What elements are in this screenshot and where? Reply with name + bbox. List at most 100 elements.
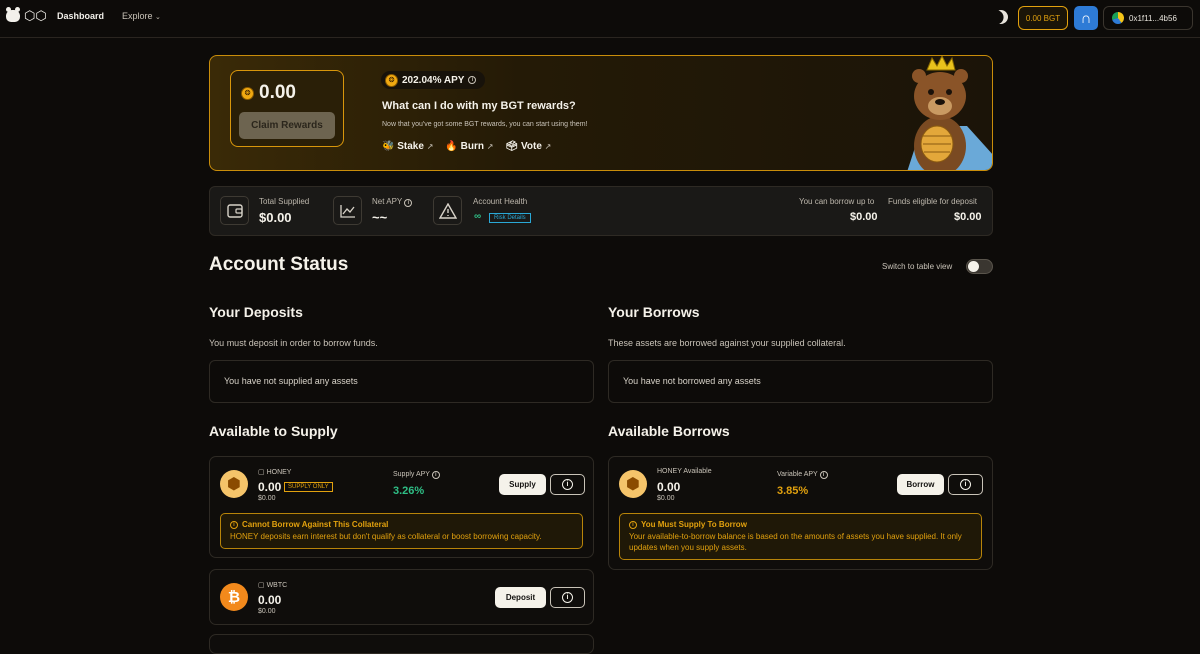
stake-link[interactable]: 🐝 Stake ↗	[382, 141, 433, 152]
external-link-icon: ↗	[426, 142, 434, 151]
banner-subtitle: Now that you've got some BGT rewards, yo…	[382, 121, 588, 128]
asset-info-button[interactable]: i	[948, 474, 983, 495]
info-icon: i	[960, 479, 971, 490]
account-health-value: ∞	[474, 211, 482, 222]
supply-card-honey: ⬢ ▢ HONEY 0.00 SUPPLY ONLY $0.00 Supply …	[209, 456, 594, 558]
asset-info-button[interactable]: i	[550, 474, 585, 495]
info-icon: i	[562, 479, 573, 490]
honeycomb-logo-icon: ⬡⬡	[24, 8, 47, 23]
honey-token-icon: ⬢	[220, 470, 248, 498]
asset-amount: 0.00	[657, 480, 681, 494]
borrow-up-to-label: You can borrow up to	[799, 197, 875, 206]
supply-button[interactable]: Supply	[499, 474, 546, 495]
info-icon[interactable]: i	[431, 471, 440, 479]
bear-king-illustration	[907, 56, 992, 170]
borrow-up-to-value: $0.00	[850, 211, 878, 223]
apy-pill: ❂ 202.04% APY i	[381, 71, 486, 89]
vote-link[interactable]: 🗳 Vote ↗	[505, 141, 551, 152]
account-health-label: Account Health	[473, 197, 528, 206]
variable-apy-label: Variable APY i	[777, 471, 828, 479]
wallet-address-text: 0x1f11...4b56	[1129, 13, 1177, 23]
info-icon: i	[230, 520, 238, 529]
wallet-address-button[interactable]: 0x1f11...4b56	[1103, 6, 1193, 30]
deposits-empty-state: You have not supplied any assets	[209, 360, 594, 403]
supply-apy-value: 3.26%	[393, 485, 425, 497]
asset-info-button[interactable]: i	[550, 587, 585, 608]
asset-amount: 0.00	[258, 480, 282, 494]
bgt-balance-button[interactable]: 0.00 BGT	[1018, 6, 1068, 30]
supply-card-wbtc: ₿ ▢ WBTC 0.00 $0.00 Deposit i	[209, 569, 594, 625]
borrow-card-honey: ⬢ HONEY Available 0.00 $0.00 Variable AP…	[608, 456, 993, 570]
nav-dashboard-link[interactable]: Dashboard	[57, 11, 104, 21]
asset-symbol: ▢ HONEY	[258, 469, 292, 476]
claim-amount-value: 0.00	[259, 82, 296, 103]
info-icon[interactable]: i	[468, 76, 477, 84]
asset-symbol-text: HONEY	[266, 469, 292, 476]
claim-rewards-button[interactable]: Claim Rewards	[239, 112, 335, 139]
deposit-button[interactable]: Deposit	[495, 587, 546, 608]
asset-amount: 0.00	[258, 593, 282, 607]
net-apy-value: ~~	[372, 210, 388, 225]
total-supplied-value: $0.00	[259, 210, 292, 225]
asset-symbol-text: WBTC	[266, 582, 288, 589]
top-navigation-bar: ⬡⬡ Dashboard Explore ⌄ 0.00 BGT ∩ 0x1f11…	[0, 0, 1200, 38]
available-borrows-title: Available Borrows	[608, 423, 730, 439]
asset-usd-value: $0.00	[657, 495, 675, 502]
chevron-down-icon: ⌄	[155, 14, 161, 21]
info-icon: i	[562, 592, 573, 603]
risk-details-button[interactable]: Risk Details	[489, 213, 531, 223]
your-borrows-title: Your Borrows	[608, 304, 700, 320]
chart-line-icon	[333, 196, 362, 225]
available-to-supply-title: Available to Supply	[209, 423, 338, 439]
external-link-icon: ↗	[544, 142, 552, 151]
asset-usd-value: $0.00	[258, 608, 276, 615]
wallet-avatar-icon	[1112, 12, 1124, 24]
banner-links: 🐝 Stake ↗ 🔥 Burn ↗ 🗳 Vote ↗	[382, 141, 551, 152]
asset-usd-value: $0.00	[258, 495, 276, 502]
net-apy-label-text: Net APY	[372, 197, 403, 206]
wallet-app-icon[interactable]: ∩	[1074, 6, 1098, 30]
apy-value: 202.04% APY	[402, 74, 465, 86]
nav-explore-label: Explore	[122, 11, 153, 21]
supply-apy-label: Supply APY i	[393, 471, 440, 479]
moon-icon[interactable]	[991, 7, 1010, 26]
your-deposits-subtitle: You must deposit in order to borrow fund…	[209, 338, 378, 348]
banner-title: What can I do with my BGT rewards?	[382, 100, 576, 112]
claim-amount: ❂ 0.00	[241, 82, 296, 104]
total-supplied-label: Total Supplied	[259, 197, 310, 206]
burn-link[interactable]: 🔥 Burn ↗	[445, 141, 493, 152]
table-view-toggle[interactable]	[966, 259, 993, 274]
stake-link-label: Stake	[397, 141, 424, 152]
variable-apy-label-text: Variable APY	[777, 471, 818, 478]
supply-to-borrow-warning: i You Must Supply To Borrow Your availabl…	[619, 513, 982, 560]
nav-explore-dropdown[interactable]: Explore ⌄	[122, 11, 161, 21]
honey-token-icon: ⬢	[619, 470, 647, 498]
bgt-coin-icon: ❂	[241, 86, 254, 100]
variable-apy-value: 3.85%	[777, 485, 809, 497]
table-view-switch-label: Switch to table view	[882, 262, 953, 271]
bgt-rewards-banner: ❂ 0.00 Claim Rewards ❂ 202.04% APY i Wha…	[209, 55, 993, 171]
info-icon[interactable]: i	[819, 471, 828, 479]
supply-to-borrow-warning-text: Your available-to-borrow balance is base…	[629, 532, 962, 552]
bitcoin-token-icon: ₿	[220, 583, 248, 611]
app-logo[interactable]: ⬡⬡	[6, 6, 47, 23]
collateral-warning-text: HONEY deposits earn interest but don't q…	[230, 532, 542, 541]
bgt-coin-icon: ❂	[385, 73, 398, 87]
net-apy-label: Net APY i	[372, 197, 413, 207]
honey-available-label: HONEY Available	[657, 468, 712, 475]
account-stats-bar: Total Supplied $0.00 Net APY i ~~ Accoun…	[209, 186, 993, 236]
ballot-icon: 🗳	[505, 141, 519, 152]
bee-icon: 🐝	[382, 141, 395, 152]
collateral-warning-title: i Cannot Borrow Against This Collateral	[230, 520, 573, 529]
external-link-icon: ↗	[486, 142, 494, 151]
supply-to-borrow-warning-title-text: You Must Supply To Borrow	[641, 520, 747, 529]
supply-to-borrow-warning-title: i You Must Supply To Borrow	[629, 520, 972, 529]
burn-link-label: Burn	[460, 141, 484, 152]
supply-only-badge: SUPPLY ONLY	[284, 482, 333, 492]
account-status-title: Account Status	[209, 254, 349, 275]
info-icon[interactable]: i	[404, 199, 413, 207]
vote-link-label: Vote	[520, 141, 542, 152]
info-icon: i	[629, 520, 637, 529]
borrow-button[interactable]: Borrow	[897, 474, 944, 495]
funds-eligible-label: Funds eligible for deposit	[888, 197, 977, 206]
